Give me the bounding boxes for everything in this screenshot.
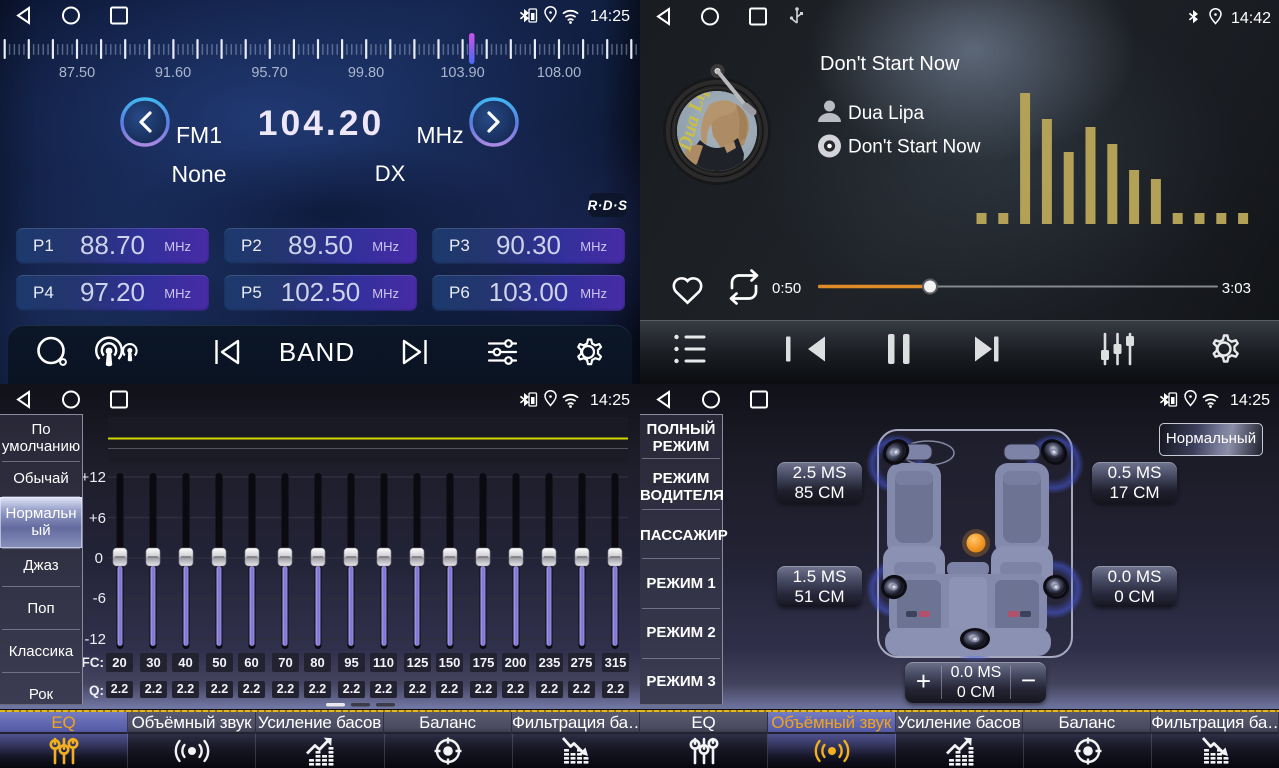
svg-text:Don't Start Now: Don't Start Now bbox=[820, 53, 960, 75]
svg-text:Dua Lipa: Dua Lipa bbox=[848, 103, 924, 124]
svg-text:103.90: 103.90 bbox=[440, 65, 484, 81]
svg-text:BAND: BAND bbox=[279, 337, 355, 367]
svg-text:0: 0 bbox=[95, 550, 103, 567]
svg-text:104.20: 104.20 bbox=[258, 103, 385, 143]
svg-text:87.50: 87.50 bbox=[59, 65, 95, 81]
svg-text:108.00: 108.00 bbox=[537, 65, 581, 81]
svg-text:14:42: 14:42 bbox=[1231, 10, 1271, 27]
svg-text:MHz: MHz bbox=[416, 122, 463, 148]
svg-text:+6: +6 bbox=[89, 510, 106, 527]
svg-text:+12: +12 bbox=[81, 469, 106, 486]
svg-text:91.60: 91.60 bbox=[155, 65, 191, 81]
svg-text:99.80: 99.80 bbox=[348, 65, 384, 81]
svg-text:R·D·S: R·D·S bbox=[588, 198, 628, 213]
svg-text:14:25: 14:25 bbox=[1230, 392, 1270, 409]
svg-text:-6: -6 bbox=[93, 590, 106, 607]
svg-text:FM1: FM1 bbox=[176, 122, 222, 148]
svg-text:FC:: FC: bbox=[82, 655, 105, 670]
svg-text:3:03: 3:03 bbox=[1222, 280, 1251, 297]
svg-text:Q:: Q: bbox=[89, 683, 104, 698]
svg-text:95.70: 95.70 bbox=[251, 65, 287, 81]
svg-text:-12: -12 bbox=[84, 631, 106, 648]
svg-text:DX: DX bbox=[375, 161, 406, 186]
svg-text:14:25: 14:25 bbox=[590, 8, 630, 25]
svg-text:0:50: 0:50 bbox=[772, 280, 801, 297]
svg-text:Don't Start Now: Don't Start Now bbox=[848, 137, 981, 158]
svg-text:None: None bbox=[172, 161, 227, 187]
svg-text:14:25: 14:25 bbox=[590, 392, 630, 409]
